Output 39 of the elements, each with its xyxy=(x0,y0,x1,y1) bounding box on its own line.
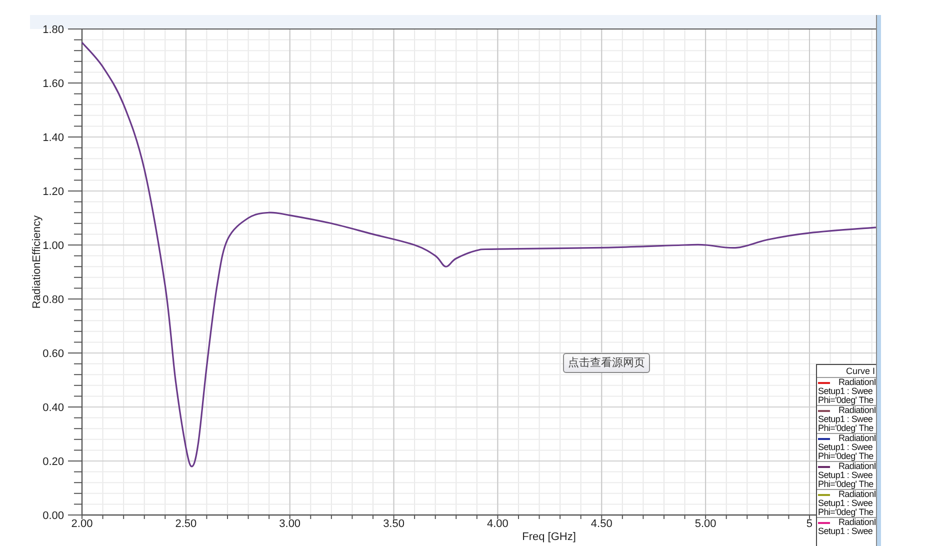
view-source-button[interactable]: 点击查看源网页 xyxy=(563,353,650,373)
legend-label: RadiationI xyxy=(838,434,876,443)
x-tick-label: 3.50 xyxy=(383,518,404,530)
x-tick-label: 4.00 xyxy=(487,518,508,530)
x-tick-label: 4.50 xyxy=(590,518,612,530)
legend-label: RadiationI xyxy=(838,406,876,415)
legend-label: RadiationI xyxy=(838,462,876,471)
y-tick-label: 0.60 xyxy=(42,348,64,360)
legend-label: Setup1 : Swee xyxy=(818,443,874,452)
y-tick-label: 1.80 xyxy=(42,24,64,36)
legend-label: Phi='0deg' The xyxy=(818,396,874,405)
x-axis-title: Freq [GHz] xyxy=(522,531,576,543)
x-tick-label: 2.00 xyxy=(71,518,93,530)
y-tick-label: 1.60 xyxy=(42,78,64,90)
legend-label: Phi='0deg' The xyxy=(818,424,874,433)
legend-label: Phi='0deg' The xyxy=(818,452,874,461)
legend-label: Setup1 : Swee xyxy=(818,471,874,480)
legend-label: Setup1 : Swee xyxy=(818,527,874,536)
x-tick-label: 2.50 xyxy=(175,518,197,530)
legend-label: Setup1 : Swee xyxy=(818,387,874,396)
y-tick-label: 0.80 xyxy=(42,294,64,306)
y-tick-label: 0.00 xyxy=(42,510,64,522)
legend-label: Phi='0deg' The xyxy=(818,480,874,489)
legend-label: RadiationI xyxy=(838,490,876,499)
y-tick-label: 0.20 xyxy=(42,456,64,468)
legend-label: Setup1 : Swee xyxy=(818,499,874,508)
legend-title: Curve I xyxy=(844,365,876,377)
x-tick-label: 5.00 xyxy=(694,518,716,530)
x-tick-label: 5 xyxy=(806,518,813,530)
y-tick-label: 1.20 xyxy=(42,186,64,198)
legend-label: RadiationI xyxy=(838,518,876,527)
legend-label: RadiationI xyxy=(838,378,876,387)
y-tick-label: 1.00 xyxy=(42,240,64,252)
legend-label: Phi='0deg' The xyxy=(818,508,874,517)
y-axis-title: RadiationEfficiency xyxy=(31,215,43,309)
x-tick-label: 3.00 xyxy=(279,518,301,530)
y-tick-label: 1.40 xyxy=(42,132,64,144)
y-tick-label: 0.40 xyxy=(42,402,64,414)
legend-label: Setup1 : Swee xyxy=(818,415,874,424)
